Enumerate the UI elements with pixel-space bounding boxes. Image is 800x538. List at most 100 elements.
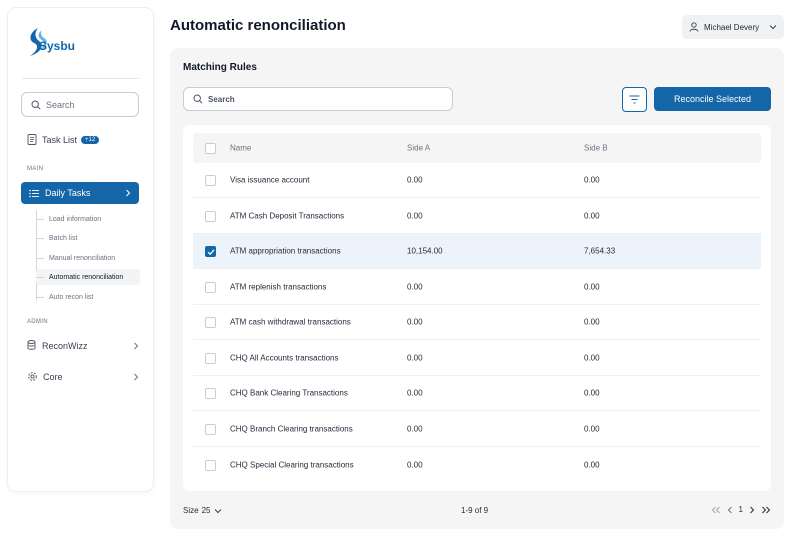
table-row[interactable]: Visa issuance account 0.00 0.00 [193, 163, 761, 198]
gear-icon [28, 372, 37, 381]
reconcile-selected-button[interactable]: Reconcile Selected [654, 87, 771, 111]
table-row[interactable]: ATM replenish transactions 0.00 0.00 [193, 270, 761, 305]
table-row[interactable]: ATM Cash Deposit Transactions 0.00 0.00 [193, 199, 761, 234]
section-label-admin: ADMIN [27, 319, 48, 325]
rule-name: ATM cash withdrawal transactions [230, 317, 351, 327]
chevron-right-icon [126, 189, 131, 197]
row-checkbox[interactable] [205, 459, 216, 471]
sidebar-item-core[interactable]: Core [27, 371, 139, 382]
row-checkbox[interactable] [205, 210, 216, 222]
side-b-value: 0.00 [584, 353, 600, 362]
search-icon [193, 94, 203, 104]
column-header-side-a[interactable]: Side A [407, 144, 430, 153]
sub-item-auto-recon-list[interactable]: Auto recon list [36, 289, 140, 305]
list-icon [29, 189, 39, 197]
side-a-value: 0.00 [407, 175, 423, 185]
rules-search-input[interactable]: Search [183, 87, 453, 111]
rule-name: CHQ Bank Clearing Transactions [230, 388, 348, 398]
search-icon [31, 99, 41, 110]
table-row[interactable]: CHQ All Accounts transactions 0.00 0.00 [193, 341, 761, 376]
sub-item-manual-renonciliation[interactable]: Manual renonciliation [36, 250, 140, 266]
matching-rules-panel: Matching Rules Search Reconcile Selected… [170, 48, 784, 529]
row-checkbox-checked[interactable] [205, 246, 216, 257]
rule-name: CHQ Branch Clearing transactions [230, 424, 353, 433]
rule-name: Visa issuance account [230, 175, 310, 185]
last-page-icon[interactable] [761, 506, 771, 514]
side-b-value: 0.00 [584, 211, 600, 220]
side-a-value: 10,154.00 [407, 246, 443, 256]
page-size-select[interactable]: Size 25 [183, 506, 222, 515]
row-checkbox[interactable] [205, 352, 216, 364]
side-b-value: 0.00 [584, 282, 600, 291]
task-list-icon [27, 134, 37, 145]
side-a-value: 0.00 [407, 317, 423, 327]
side-a-value: 0.00 [407, 282, 423, 291]
sidebar-item-task-list[interactable]: Task List +12 [27, 134, 100, 145]
select-all-checkbox[interactable] [205, 143, 216, 154]
daily-tasks-label: Daily Tasks [45, 188, 91, 198]
user-icon [689, 22, 699, 32]
next-page-icon[interactable] [749, 506, 755, 514]
page-title: Automatic renonciliation [170, 17, 346, 34]
sidebar-item-reconwizz[interactable]: ReconWizz [27, 340, 139, 351]
table-row[interactable]: CHQ Branch Clearing transactions 0.00 0.… [193, 412, 761, 447]
rules-table: Name Side A Side B Visa issuance account… [183, 125, 771, 491]
sidebar-search-placeholder: Search [46, 99, 75, 110]
prev-page-icon[interactable] [727, 506, 733, 514]
side-b-value: 0.00 [584, 317, 600, 327]
side-b-value: 0.00 [584, 424, 600, 433]
table-row[interactable]: CHQ Special Clearing transactions 0.00 0… [193, 447, 761, 482]
rule-name: CHQ Special Clearing transactions [230, 460, 354, 469]
sidebar-search-input[interactable]: Search [21, 92, 139, 117]
side-a-value: 0.00 [407, 353, 423, 362]
filter-button[interactable] [622, 87, 647, 112]
sidebar: Sysbu Search Task List +12 MAIN Daily Ta… [8, 8, 153, 491]
reconwizz-label: ReconWizz [42, 340, 88, 351]
table-header: Name Side A Side B [193, 133, 761, 163]
column-header-side-b[interactable]: Side B [584, 144, 608, 153]
row-checkbox[interactable] [205, 423, 216, 435]
sub-item-batch-list[interactable]: Batch list [36, 230, 140, 246]
sub-item-automatic-renonciliation[interactable]: Automatic renonciliation [36, 269, 140, 285]
side-b-value: 0.00 [584, 175, 600, 185]
logo-text: Sysbu [39, 39, 76, 53]
table-row[interactable]: ATM cash withdrawal transactions 0.00 0.… [193, 305, 761, 340]
section-label-main: MAIN [27, 166, 44, 172]
page-size-label: Size [183, 506, 199, 515]
rules-search-placeholder: Search [208, 94, 235, 104]
current-page[interactable]: 1 [739, 505, 743, 514]
side-a-value: 0.00 [407, 424, 423, 433]
checkmark-icon [207, 249, 215, 256]
chevron-down-icon [769, 25, 777, 30]
chevron-right-icon [134, 342, 139, 349]
rule-name: CHQ All Accounts transactions [230, 353, 339, 362]
row-checkbox[interactable] [205, 281, 216, 293]
rule-name: ATM replenish transactions [230, 282, 327, 291]
page-size-value: 25 [201, 506, 211, 515]
rule-name: ATM appropriation transactions [230, 246, 341, 256]
core-label: Core [43, 371, 63, 382]
side-b-value: 0.00 [584, 460, 600, 469]
sidebar-item-daily-tasks[interactable]: Daily Tasks [21, 182, 139, 204]
pagination-range: 1-9 of 9 [461, 506, 489, 515]
table-row-selected[interactable]: ATM appropriation transactions 10,154.00… [193, 234, 761, 269]
first-page-icon[interactable] [711, 506, 721, 514]
row-checkbox[interactable] [205, 388, 216, 399]
chevron-right-icon [134, 373, 139, 380]
database-icon [27, 340, 36, 350]
filter-icon [629, 95, 640, 104]
table-footer: Size 25 1-9 of 9 1 [183, 505, 771, 520]
table-row[interactable]: CHQ Bank Clearing Transactions 0.00 0.00 [193, 376, 761, 411]
task-list-label: Task List [42, 134, 78, 145]
row-checkbox[interactable] [205, 175, 216, 186]
side-b-value: 0.00 [584, 388, 600, 398]
user-menu-button[interactable]: Michael Devery [682, 15, 784, 39]
side-a-value: 0.00 [407, 388, 423, 398]
sub-item-load-information[interactable]: Load information [36, 211, 140, 227]
sidebar-divider [22, 78, 139, 79]
row-checkbox[interactable] [205, 317, 216, 328]
panel-title: Matching Rules [183, 62, 257, 73]
column-header-name[interactable]: Name [230, 144, 251, 153]
side-b-value: 7,654.33 [584, 246, 616, 256]
side-a-value: 0.00 [407, 211, 423, 220]
